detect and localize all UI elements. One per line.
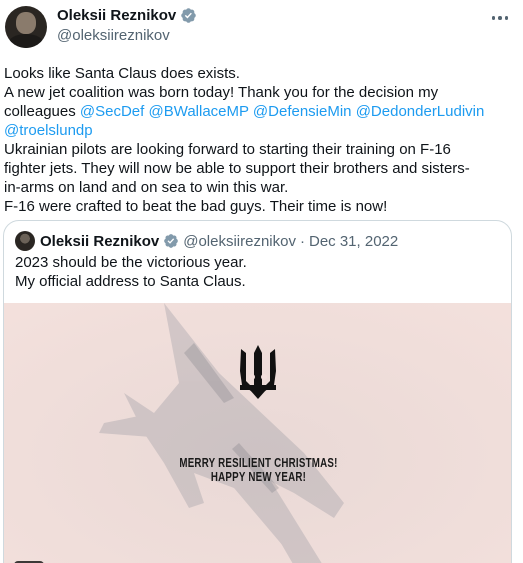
tweet-line: Looks like Santa Claus does exists. xyxy=(4,65,240,82)
tweet-line: A new jet coalition was born today! Than… xyxy=(4,84,439,101)
quoted-text-line: My official address to Santa Claus. xyxy=(15,273,246,290)
tweet-line: Ukrainian pilots are looking forward to … xyxy=(4,141,451,158)
quoted-author-handle: @oleksiireznikov xyxy=(183,232,296,250)
greeting-text: MERRY RESILIENT CHRISTMAS! HAPPY NEW YEA… xyxy=(60,456,457,484)
quoted-tweet-text: 2023 should be the victorious year. My o… xyxy=(15,253,247,291)
quoted-tweet-date: Dec 31, 2022 xyxy=(308,232,399,250)
mention-link[interactable]: @SecDef xyxy=(80,103,144,120)
quoted-text-line: 2023 should be the victorious year. xyxy=(15,254,247,271)
tweet-text: Looks like Santa Claus does exists. A ne… xyxy=(4,64,516,216)
quoted-tweet-header: Oleksii Reznikov @oleksiireznikov · Dec … xyxy=(15,231,398,251)
author-handle[interactable]: @oleksiireznikov xyxy=(57,27,170,44)
greeting-line: HAPPY NEW YEAR! xyxy=(210,470,307,484)
meta-separator: · xyxy=(299,232,305,250)
verified-badge-icon xyxy=(164,234,179,248)
author-name-row: Oleksii Reznikov xyxy=(57,7,197,24)
video-media[interactable]: MERRY RESILIENT CHRISTMAS! HAPPY NEW YEA… xyxy=(4,303,511,563)
tweet-line-prefix: colleagues xyxy=(4,103,80,120)
tweet-header: Oleksii Reznikov @oleksiireznikov xyxy=(0,0,523,60)
quoted-author-name: Oleksii Reznikov xyxy=(40,232,160,250)
quoted-tweet[interactable]: Oleksii Reznikov @oleksiireznikov · Dec … xyxy=(3,220,512,563)
verified-badge-icon xyxy=(181,8,196,23)
tweet-line: fighter jets. They will now be able to s… xyxy=(4,160,470,177)
tweet-line: colleagues @SecDef @BWallaceMP @Defensie… xyxy=(4,102,516,121)
greeting-line: MERRY RESILIENT CHRISTMAS! xyxy=(179,456,338,470)
mention-link[interactable]: @DefensieMin xyxy=(253,103,352,120)
mention-link[interactable]: @troelslundp xyxy=(4,122,93,139)
quoted-author-avatar xyxy=(15,231,35,251)
jet-background-image xyxy=(4,303,511,563)
more-options-icon[interactable] xyxy=(487,8,513,28)
tweet-line: @troelslundp xyxy=(4,121,516,140)
mention-link[interactable]: @BWallaceMP xyxy=(148,103,248,120)
tweet-line: F-16 were crafted to beat the bad guys. … xyxy=(4,198,388,215)
author-name[interactable]: Oleksii Reznikov xyxy=(57,7,176,24)
tweet-line: in-arms on land and on sea to win this w… xyxy=(4,179,289,196)
author-avatar[interactable] xyxy=(5,6,47,48)
mention-link[interactable]: @DedonderLudivin xyxy=(356,103,485,120)
